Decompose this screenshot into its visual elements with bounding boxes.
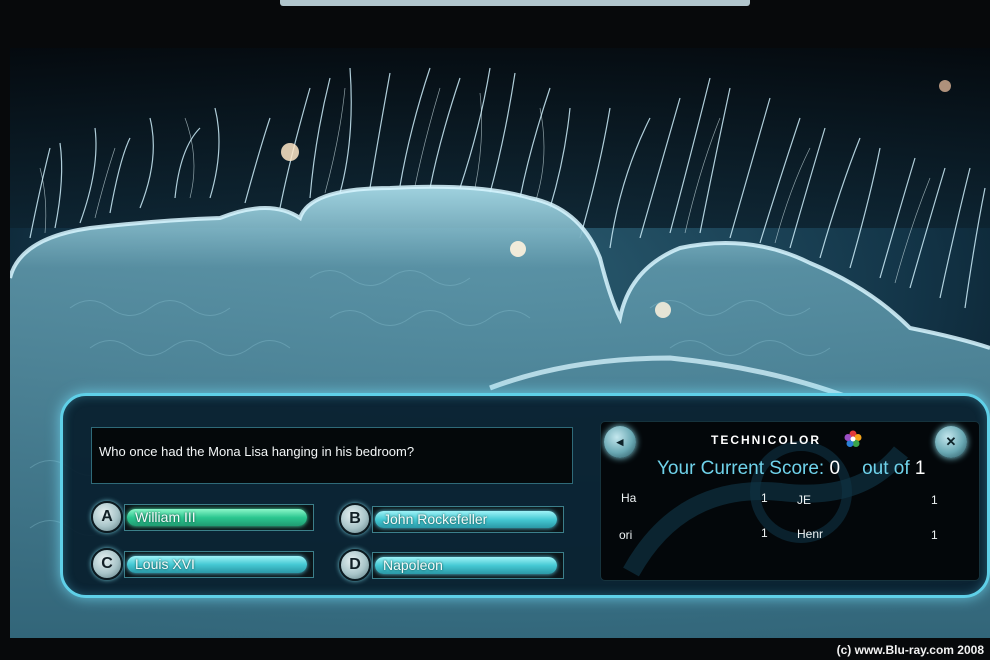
answer-d-bar[interactable]: Napoleon	[372, 552, 564, 579]
current-score-line: Your Current Score: 0 out of 1	[657, 458, 925, 480]
answer-c-bar[interactable]: Louis XVI	[124, 551, 314, 578]
answer-c-label: Louis XVI	[135, 556, 195, 572]
answer-d-label: Napoleon	[383, 557, 443, 573]
navigation-orb-icon[interactable]: ◂	[604, 426, 636, 458]
answer-b-badge: B	[339, 503, 371, 535]
answer-a-bar[interactable]: William III	[124, 504, 314, 531]
answer-d-badge: D	[339, 549, 371, 581]
player-score: 1	[761, 491, 768, 505]
player-score: 1	[761, 526, 768, 540]
answer-d[interactable]: D Napoleon	[339, 548, 569, 582]
player-name: Henr	[797, 527, 824, 541]
player-name: ori	[619, 528, 633, 542]
answer-b-label: John Rockefeller	[383, 511, 488, 527]
answer-b-bar[interactable]: John Rockefeller	[372, 506, 564, 533]
watermark: (c) www.Blu-ray.com 2008	[836, 643, 984, 657]
score-value: 0	[829, 458, 841, 479]
answer-b[interactable]: B John Rockefeller	[339, 502, 569, 536]
answer-c-badge: C	[91, 548, 123, 580]
score-panel: ◂ TECHNICOLOR ✕ Your Current Score: 0 out…	[600, 421, 980, 581]
technicolor-flower-icon	[844, 430, 862, 447]
tv-screen: Who once had the Mona Lisa hanging in hi…	[10, 48, 990, 638]
brand-logo-text: TECHNICOLOR	[711, 433, 821, 447]
answer-c[interactable]: C Louis XVI	[91, 547, 321, 581]
answer-a-label: William III	[135, 509, 196, 525]
player-name: JE	[797, 493, 812, 507]
question-box: Who once had the Mona Lisa hanging in hi…	[91, 427, 573, 484]
question-text: Who once had the Mona Lisa hanging in hi…	[99, 444, 415, 459]
score-label: Your Current Score:	[657, 458, 825, 479]
quiz-panel: Who once had the Mona Lisa hanging in hi…	[60, 393, 990, 598]
out-of-label: out of	[862, 458, 910, 479]
top-light-strip	[280, 0, 750, 6]
answer-a[interactable]: A William III	[91, 500, 321, 534]
answer-a-badge: A	[91, 501, 123, 533]
player-score: 1	[931, 528, 938, 542]
player-score: 1	[931, 493, 938, 507]
out-of-value: 1	[914, 458, 926, 479]
player-name: Ha	[621, 491, 637, 505]
close-orb-icon[interactable]: ✕	[935, 426, 967, 458]
